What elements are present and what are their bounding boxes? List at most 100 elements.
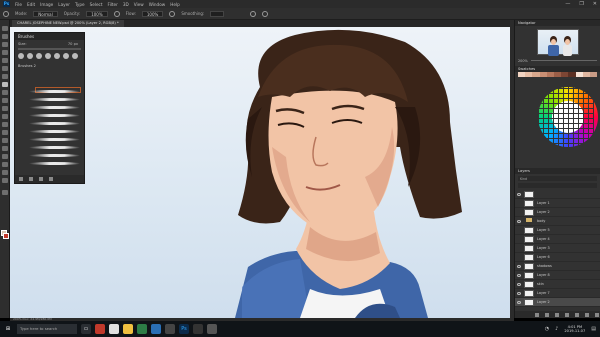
visibility-eye-icon[interactable]	[517, 192, 521, 196]
color-swatch[interactable]	[532, 72, 540, 77]
network-icon[interactable]: ◔	[545, 326, 549, 332]
brush-preset-icon[interactable]	[27, 53, 33, 59]
new-layer-icon[interactable]	[585, 312, 589, 317]
smoothing-field[interactable]	[210, 10, 225, 17]
flow-field[interactable]: 100%	[141, 10, 164, 17]
menu-image[interactable]: Image	[40, 2, 53, 7]
menu-help[interactable]: Help	[170, 2, 180, 7]
layer-row[interactable]: Layer 6	[515, 253, 600, 262]
brush-preset-icon[interactable]	[63, 53, 69, 59]
layer-kind-filter[interactable]: Kind	[520, 177, 527, 181]
color-swatch[interactable]	[518, 72, 526, 77]
color-swatch[interactable]	[589, 72, 598, 77]
brush-size-value[interactable]: 70 px	[68, 42, 78, 46]
visibility-eye-icon[interactable]	[517, 202, 521, 205]
layer-name[interactable]: Layer 4	[537, 237, 550, 241]
airbrush-icon[interactable]	[169, 10, 176, 17]
new-group-icon[interactable]	[29, 177, 33, 181]
layer-row[interactable]: shadows	[515, 262, 600, 271]
app-icon[interactable]	[137, 324, 147, 334]
brush-preset-icon[interactable]	[45, 53, 51, 59]
layer-row[interactable]: Layer 2	[515, 208, 600, 217]
gradient-tool-icon[interactable]	[2, 114, 8, 119]
visibility-eye-icon[interactable]	[517, 229, 521, 232]
notifications-icon[interactable]: ▤	[591, 326, 596, 332]
navigator-zoom-slider[interactable]	[530, 60, 597, 61]
menu-filter[interactable]: Filter	[107, 2, 117, 7]
brush-tool-icon[interactable]	[3, 10, 9, 17]
brush-preset-icon[interactable]	[18, 53, 24, 59]
navigator-panel-title[interactable]: Navigator	[515, 20, 600, 26]
visibility-eye-icon[interactable]	[517, 273, 521, 277]
volume-icon[interactable]: ♪	[555, 326, 558, 332]
layers-panel-title[interactable]: Layers	[515, 168, 600, 174]
pen-tool-icon[interactable]	[2, 138, 8, 143]
layer-row[interactable]: Layer 3	[515, 244, 600, 253]
menu-3d[interactable]: 3D	[123, 2, 129, 7]
visibility-eye-icon[interactable]	[517, 282, 521, 286]
photoshop-taskbar-icon[interactable]: Ps	[179, 324, 189, 334]
eraser-tool-icon[interactable]	[2, 106, 8, 111]
navigator-thumbnail[interactable]	[537, 29, 579, 56]
eyedropper-tool-icon[interactable]	[2, 66, 8, 71]
layer-name[interactable]: Layer 2	[537, 300, 550, 304]
visibility-eye-icon[interactable]	[517, 300, 521, 304]
symmetry-icon[interactable]	[262, 10, 269, 17]
move-tool-icon[interactable]	[2, 26, 8, 31]
add-mask-icon[interactable]	[555, 312, 559, 317]
brush-stroke-preview[interactable]	[29, 122, 80, 125]
dodge-tool-icon[interactable]	[2, 130, 8, 135]
layer-row[interactable]: skin	[515, 280, 600, 289]
menu-file[interactable]: File	[15, 2, 22, 7]
navigator-zoom-value[interactable]: 200%	[518, 59, 528, 63]
color-swatch[interactable]	[539, 72, 547, 77]
layer-name[interactable]: Layer 7	[537, 291, 550, 295]
new-group-icon[interactable]	[575, 312, 579, 317]
visibility-eye-icon[interactable]	[517, 264, 521, 268]
brush-stroke-preview[interactable]	[29, 146, 80, 149]
menu-edit[interactable]: Edit	[27, 2, 35, 7]
layer-name[interactable]: Layer 5	[537, 228, 550, 232]
visibility-eye-icon[interactable]	[517, 219, 521, 223]
type-tool-icon[interactable]	[2, 146, 8, 151]
lasso-tool-icon[interactable]	[2, 42, 8, 47]
app-icon[interactable]	[193, 324, 203, 334]
brush-group-folder[interactable]: Brushes 2	[18, 63, 81, 69]
brush-stroke-preview[interactable]	[29, 114, 80, 117]
layer-name[interactable]: body	[537, 219, 545, 223]
delete-layer-icon[interactable]	[595, 312, 599, 317]
color-swatch[interactable]	[561, 72, 569, 77]
menu-select[interactable]: Select	[90, 2, 103, 7]
document-tab[interactable]: CHAREL JOSEPHINE NEW.psd @ 200% (Layer 2…	[12, 20, 124, 27]
color-wheel-panel[interactable]	[516, 81, 600, 158]
history-brush-tool-icon[interactable]	[2, 98, 8, 103]
brush-stroke-preview[interactable]	[29, 130, 80, 133]
brush-stroke-preview[interactable]	[29, 98, 80, 101]
brush-stroke-preview[interactable]	[29, 138, 80, 141]
brush-settings-icon[interactable]	[19, 177, 23, 181]
brushes-panel[interactable]: Brushes Size: 70 px Brushes 2	[14, 32, 85, 184]
pressure-opacity-icon[interactable]	[113, 10, 120, 17]
path-select-tool-icon[interactable]	[2, 154, 8, 159]
shape-tool-icon[interactable]	[2, 162, 8, 167]
brush-stroke-preview[interactable]	[29, 106, 80, 109]
layer-row[interactable]: Layer 5	[515, 226, 600, 235]
minimize-button[interactable]: —	[565, 1, 570, 7]
crop-tool-icon[interactable]	[2, 58, 8, 63]
layer-row[interactable]: Layer 8	[515, 271, 600, 280]
background-color-swatch[interactable]	[3, 233, 9, 239]
marquee-tool-icon[interactable]	[2, 34, 8, 39]
brush-stroke-preview[interactable]	[29, 162, 80, 165]
link-layers-icon[interactable]	[535, 312, 539, 317]
new-brush-icon[interactable]	[39, 177, 43, 181]
layer-row[interactable]: Layer 1	[515, 199, 600, 208]
visibility-eye-icon[interactable]	[517, 291, 521, 295]
task-view-icon[interactable]: ▭	[81, 324, 91, 334]
layer-row[interactable]: Layer 4	[515, 235, 600, 244]
layer-name[interactable]: Layer 2	[537, 210, 550, 214]
brush-preset-icon[interactable]	[54, 53, 60, 59]
system-clock[interactable]: 4:01 PM 2019-11-07	[564, 325, 585, 334]
layer-row[interactable]: Layer 7	[515, 289, 600, 298]
menu-type[interactable]: Type	[75, 2, 85, 7]
visibility-eye-icon[interactable]	[517, 238, 521, 241]
